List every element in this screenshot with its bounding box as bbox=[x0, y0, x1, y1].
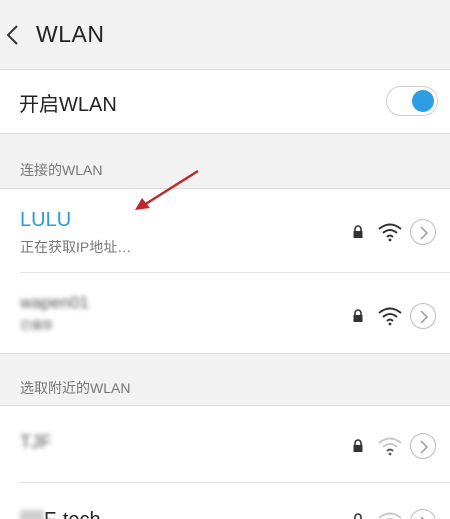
network-details-button[interactable] bbox=[410, 219, 436, 245]
network-status: 正在获取IP地址… bbox=[20, 239, 132, 255]
back-button[interactable] bbox=[2, 20, 26, 50]
wlan-toggle-switch[interactable] bbox=[386, 86, 438, 116]
network-details-button[interactable] bbox=[410, 433, 436, 459]
chevron-right-icon bbox=[420, 440, 429, 454]
lock-icon bbox=[353, 225, 363, 238]
chevron-left-icon bbox=[6, 25, 18, 45]
wifi-weak-icon bbox=[378, 437, 402, 456]
page-title: WLAN bbox=[36, 21, 105, 47]
wifi-weak-icon bbox=[378, 512, 402, 519]
lock-icon bbox=[353, 309, 363, 322]
list-item-nearby-network[interactable]: F-tech bbox=[0, 483, 450, 519]
chevron-right-icon bbox=[420, 226, 429, 240]
lock-icon bbox=[354, 513, 362, 519]
wifi-full-icon bbox=[378, 307, 402, 326]
list-item-nearby-network[interactable]: TJF bbox=[0, 406, 450, 482]
nearby-section-header: 选取附近的WLAN bbox=[20, 380, 131, 396]
network-status: 已保存 bbox=[20, 320, 53, 332]
chevron-right-icon bbox=[420, 310, 429, 324]
obscured-name-part bbox=[20, 510, 44, 519]
list-item-saved-network[interactable]: wapen01 已保存 bbox=[0, 273, 450, 355]
network-name: LULU bbox=[20, 209, 72, 231]
toggle-knob bbox=[412, 90, 434, 112]
wifi-full-icon bbox=[378, 223, 402, 242]
title-bar: WLAN bbox=[0, 0, 450, 70]
network-details-button[interactable] bbox=[410, 509, 436, 519]
wlan-toggle-label: 开启WLAN bbox=[19, 94, 117, 116]
connected-section-header: 连接的WLAN bbox=[20, 162, 103, 178]
lock-icon bbox=[353, 439, 363, 452]
wlan-toggle-row[interactable]: 开启WLAN bbox=[0, 70, 450, 134]
network-name-suffix: F-tech bbox=[44, 509, 101, 519]
connected-network-list: LULU 正在获取IP地址… wapen01 已保存 bbox=[0, 188, 450, 354]
nearby-network-list: TJF F-tech bbox=[0, 405, 450, 519]
wlan-settings-screen: WLAN 开启WLAN 连接的WLAN LULU 正在获取IP地址… wapen… bbox=[0, 0, 450, 519]
list-item-lulu[interactable]: LULU 正在获取IP地址… bbox=[0, 189, 450, 272]
network-details-button[interactable] bbox=[410, 303, 436, 329]
network-name: wapen01 bbox=[20, 293, 90, 312]
network-name: TJF bbox=[20, 432, 51, 452]
network-name: F-tech bbox=[20, 509, 101, 519]
